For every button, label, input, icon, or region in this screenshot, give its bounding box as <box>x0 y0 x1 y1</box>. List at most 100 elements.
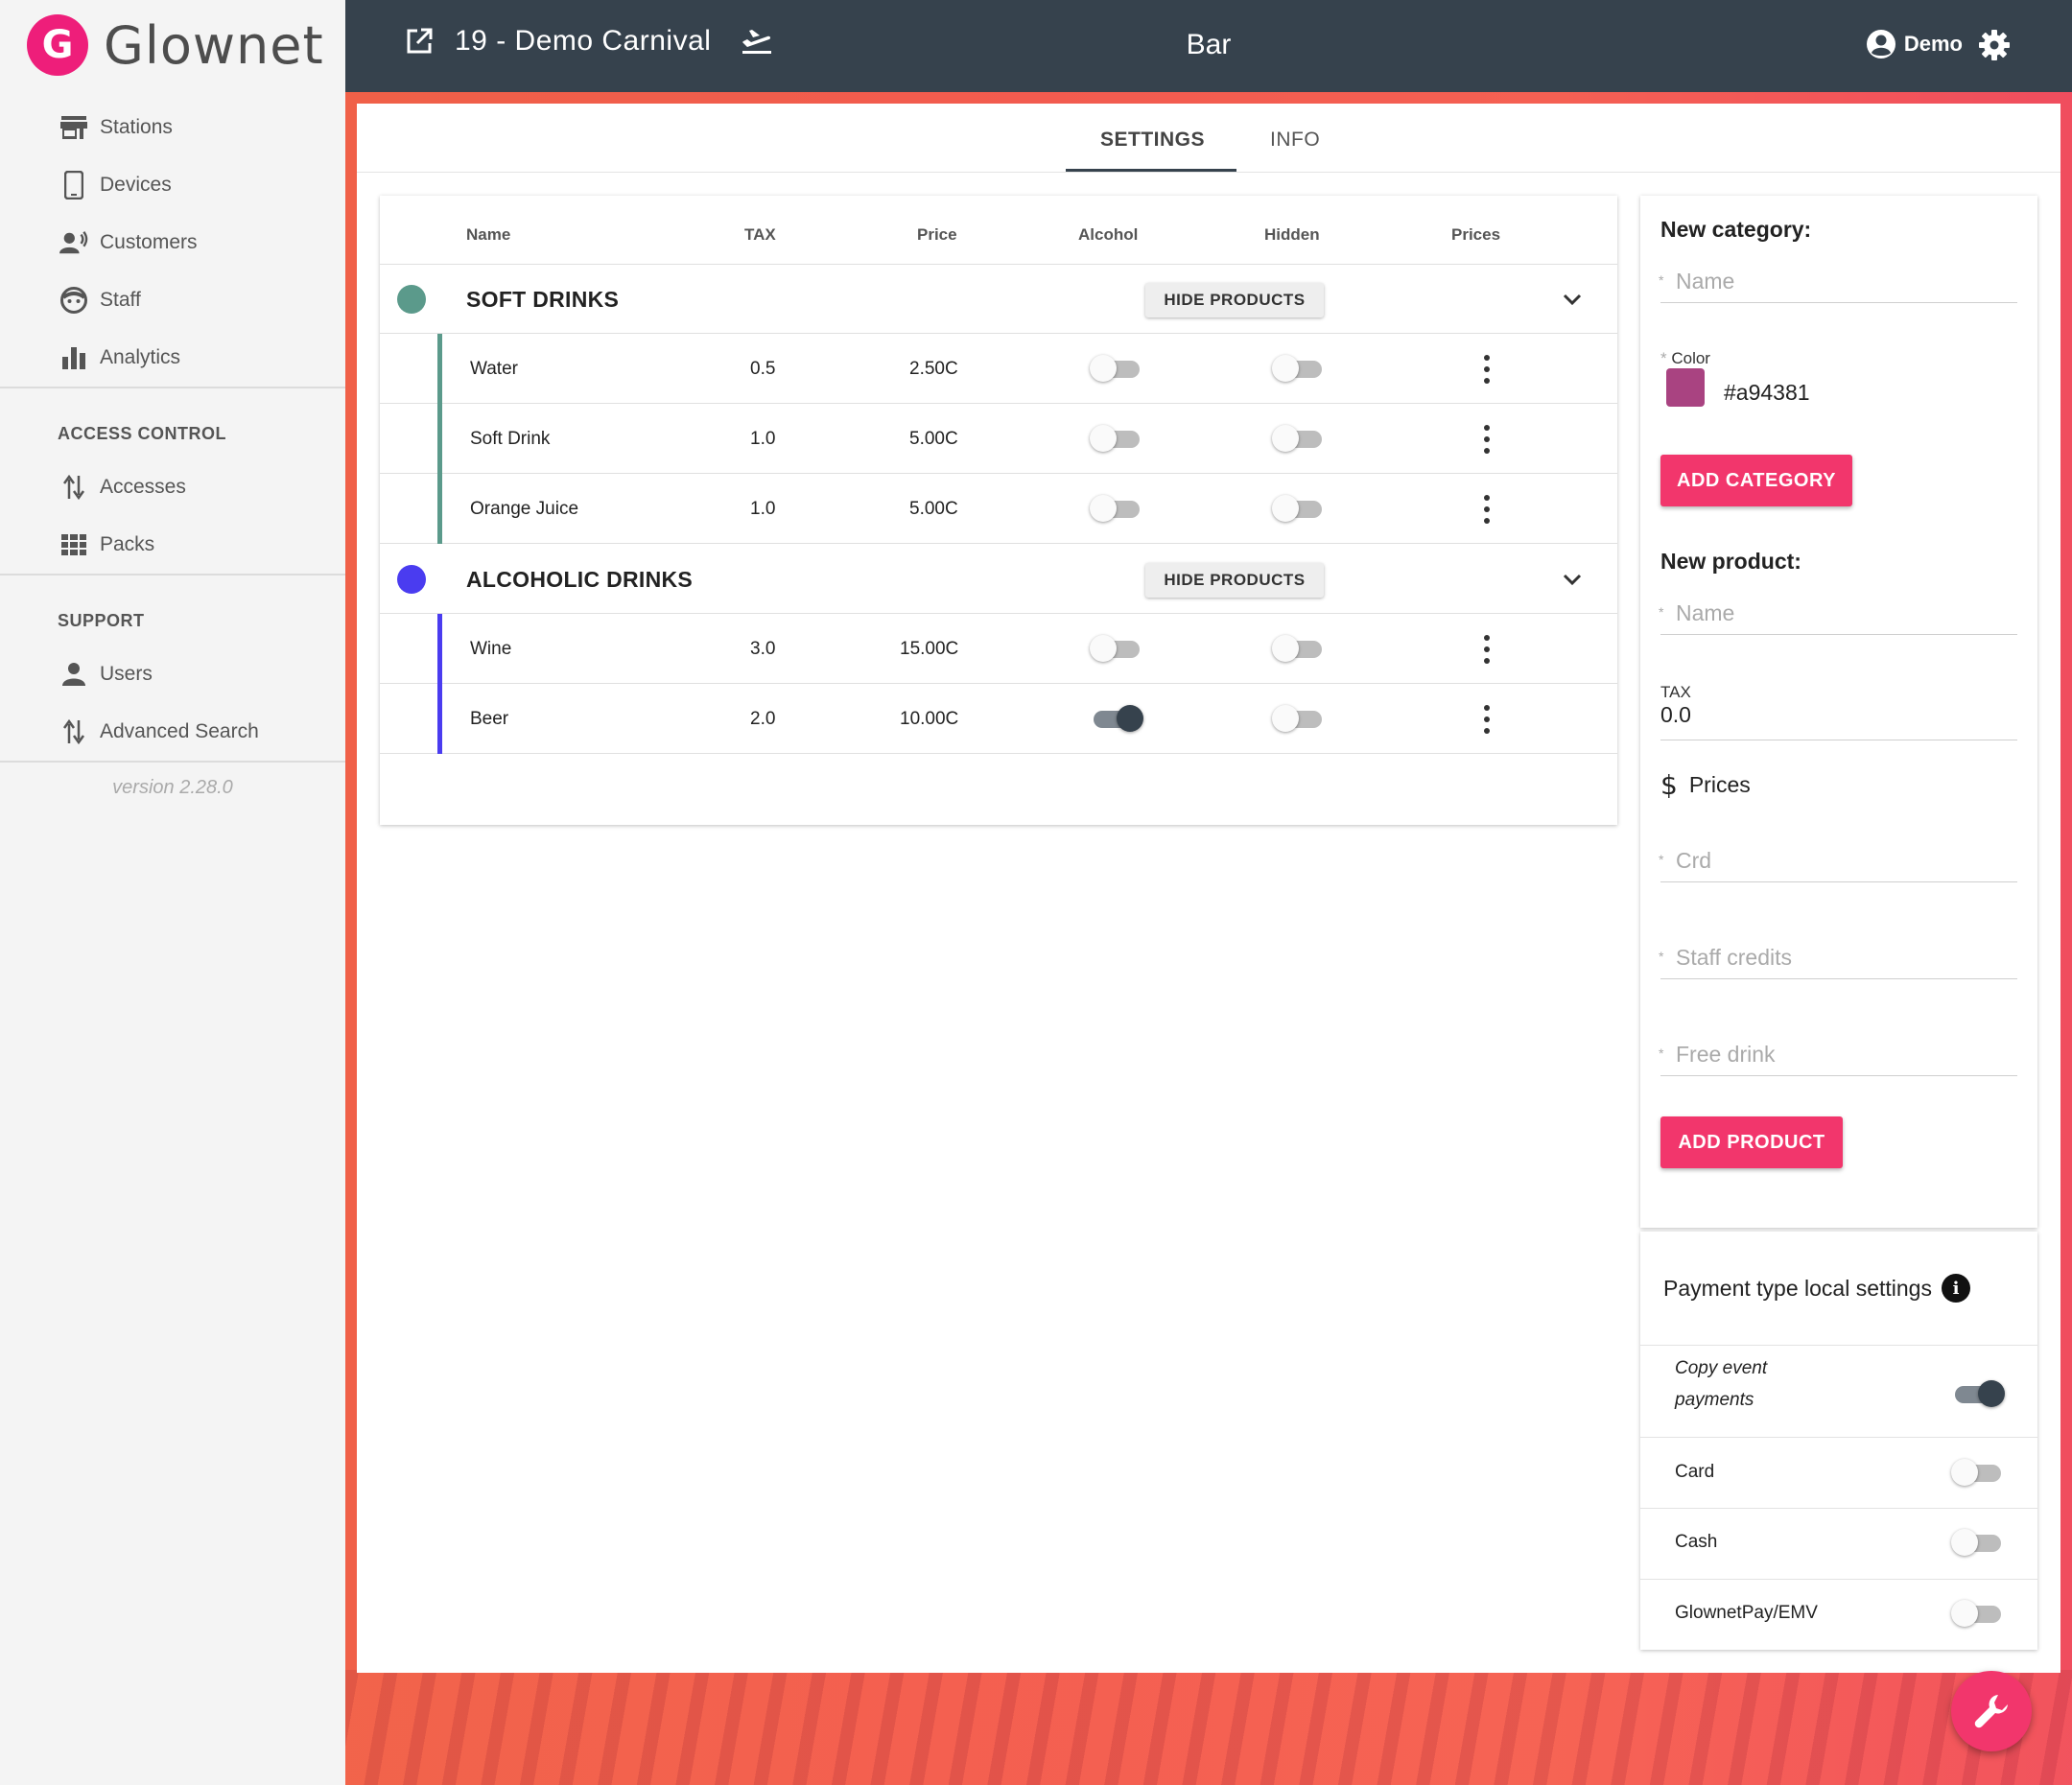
product-tax: 2.0 <box>750 709 776 729</box>
more-vert-icon[interactable] <box>1477 425 1496 454</box>
product-name-field[interactable]: * <box>1659 600 2017 635</box>
hidden-toggle[interactable] <box>1272 354 1326 383</box>
tax-field[interactable] <box>1660 702 2017 740</box>
swap-vert-icon <box>59 717 88 746</box>
hide-products-button[interactable]: HIDE PRODUCTS <box>1145 563 1324 598</box>
category-color-bar <box>437 614 442 684</box>
payment-row-label: GlownetPay/EMV <box>1675 1603 1818 1623</box>
product-name: Beer <box>470 709 509 729</box>
crd-price-field[interactable]: * <box>1659 848 2017 882</box>
divider <box>1640 1579 2037 1580</box>
sidebar-item-devices[interactable]: Devices <box>59 166 172 204</box>
color-swatch[interactable] <box>1666 368 1705 407</box>
free-drink-input[interactable] <box>1660 1042 2017 1068</box>
version-label: version 2.28.0 <box>112 777 233 798</box>
add-product-button[interactable]: ADD PRODUCT <box>1660 1116 1843 1168</box>
sidebar-item-staff[interactable]: Staff <box>59 281 141 319</box>
divider <box>0 761 345 763</box>
copy-event-payments-toggle[interactable] <box>1951 1379 2005 1408</box>
category-color-bar <box>437 684 442 754</box>
more-vert-icon[interactable] <box>1477 495 1496 524</box>
free-drink-field[interactable]: * <box>1659 1042 2017 1076</box>
divider <box>0 574 345 575</box>
sidebar-item-label: Customers <box>100 231 198 253</box>
more-vert-icon[interactable] <box>1477 705 1496 734</box>
sidebar-item-label: Accesses <box>100 476 186 498</box>
alcohol-toggle[interactable] <box>1090 634 1143 663</box>
bar-chart-icon <box>59 343 88 372</box>
staff-credits-input[interactable] <box>1660 945 2017 971</box>
category-row-soft-drinks: SOFT DRINKS HIDE PRODUCTS <box>380 265 1617 334</box>
user-menu[interactable]: Demo <box>1866 29 1963 59</box>
settings-button[interactable] <box>1978 29 2011 66</box>
product-price: 15.00C <box>900 639 959 659</box>
payment-row-label: Copy event payments <box>1675 1358 1768 1410</box>
staff-credits-field[interactable]: * <box>1659 945 2017 979</box>
sidebar-item-users[interactable]: Users <box>59 655 153 693</box>
table-row: Wine 3.0 15.00C <box>380 614 1617 684</box>
alcohol-toggle[interactable] <box>1090 354 1143 383</box>
sidebar-item-advanced-search[interactable]: Advanced Search <box>59 713 259 751</box>
alcohol-toggle[interactable] <box>1090 424 1143 453</box>
column-header-alcohol: Alcohol <box>1078 225 1139 244</box>
station-title: Bar <box>1186 29 1232 60</box>
product-price: 5.00C <box>909 429 958 449</box>
product-name: Soft Drink <box>470 429 551 449</box>
brand-logo[interactable]: G Glownet <box>27 13 324 77</box>
divider <box>1640 1345 2037 1346</box>
hidden-toggle[interactable] <box>1272 634 1326 663</box>
alcohol-toggle[interactable] <box>1090 494 1143 523</box>
store-icon <box>59 113 88 142</box>
top-app-bar: 19 - Demo Carnival Bar Demo <box>345 0 2072 92</box>
category-name-field[interactable]: * <box>1659 269 2017 303</box>
info-icon[interactable]: i <box>1941 1274 1970 1303</box>
sidebar-item-label: Devices <box>100 174 172 196</box>
cash-payment-toggle[interactable] <box>1951 1528 2005 1557</box>
divider <box>0 387 345 388</box>
column-header-hidden: Hidden <box>1264 225 1320 244</box>
crd-price-input[interactable] <box>1660 848 2017 874</box>
create-form-card: New category: * * Color #a94381 ADD CATE… <box>1640 196 2037 1228</box>
table-header: Name TAX Price Alcohol Hidden Prices <box>380 196 1617 265</box>
color-value[interactable]: #a94381 <box>1724 380 1810 406</box>
sidebar-item-label: Analytics <box>100 346 181 368</box>
section-title-access-control: ACCESS CONTROL <box>58 424 227 443</box>
category-color-bar <box>437 404 442 474</box>
product-name-input[interactable] <box>1660 600 2017 626</box>
chevron-down-icon[interactable] <box>1562 290 1583 309</box>
hidden-toggle[interactable] <box>1272 494 1326 523</box>
chevron-down-icon[interactable] <box>1562 570 1583 589</box>
more-vert-icon[interactable] <box>1477 635 1496 664</box>
column-header-prices: Prices <box>1451 225 1501 244</box>
tools-fab-button[interactable] <box>1951 1671 2032 1751</box>
sidebar-item-packs[interactable]: Packs <box>59 526 154 564</box>
hidden-toggle[interactable] <box>1272 704 1326 733</box>
add-category-button[interactable]: ADD CATEGORY <box>1660 455 1852 506</box>
tab-settings[interactable]: SETTINGS <box>1100 129 1205 152</box>
tax-label: TAX <box>1660 683 1691 701</box>
sidebar-item-customers[interactable]: Customers <box>59 223 198 262</box>
category-name: ALCOHOLIC DRINKS <box>466 567 694 592</box>
user-name: Demo <box>1903 32 1963 56</box>
person-icon <box>59 660 88 689</box>
product-price: 10.00C <box>900 709 959 729</box>
category-name-input[interactable] <box>1660 269 2017 294</box>
category-row-alcoholic-drinks: ALCOHOLIC DRINKS HIDE PRODUCTS <box>380 545 1617 614</box>
sidebar-item-analytics[interactable]: Analytics <box>59 339 180 377</box>
new-product-title: New product: <box>1660 549 1801 574</box>
tab-bar: SETTINGS INFO <box>357 104 2060 173</box>
tab-info[interactable]: INFO <box>1270 129 1320 152</box>
table-row: Water 0.5 2.50C <box>380 334 1617 404</box>
card-payment-toggle[interactable] <box>1951 1458 2005 1487</box>
glownetpay-emv-toggle[interactable] <box>1951 1599 2005 1628</box>
more-vert-icon[interactable] <box>1477 355 1496 384</box>
alcohol-toggle[interactable] <box>1090 704 1143 733</box>
sidebar-item-stations[interactable]: Stations <box>59 108 173 147</box>
sidebar-item-accesses[interactable]: Accesses <box>59 468 186 506</box>
prices-section-title: $ Prices <box>1660 769 1751 801</box>
hidden-toggle[interactable] <box>1272 424 1326 453</box>
hide-products-button[interactable]: HIDE PRODUCTS <box>1145 283 1324 317</box>
product-name: Water <box>470 359 518 379</box>
tax-input[interactable] <box>1660 702 2017 728</box>
product-name: Orange Juice <box>470 499 579 519</box>
